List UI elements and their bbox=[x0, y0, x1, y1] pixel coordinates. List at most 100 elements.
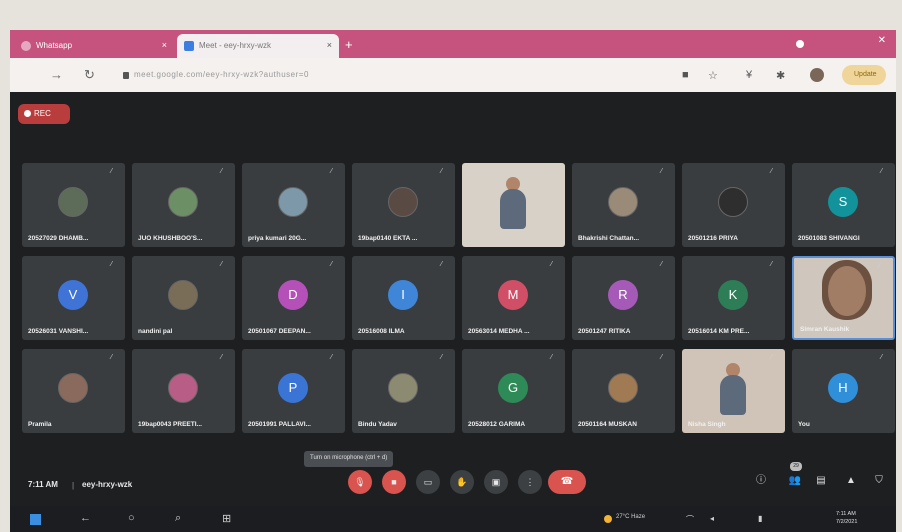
end-call-button[interactable]: ☎ bbox=[548, 470, 586, 494]
more-options-button[interactable]: ⋮ bbox=[518, 470, 542, 494]
participant-tile[interactable]: ⁄ bbox=[462, 163, 565, 247]
camera-off-button[interactable]: ■ bbox=[382, 470, 406, 494]
meeting-details-icon[interactable]: ⓘ bbox=[754, 474, 768, 488]
profile-photo bbox=[168, 280, 198, 310]
activities-icon[interactable]: ▲ bbox=[844, 474, 858, 488]
profile-photo bbox=[278, 187, 308, 217]
mic-off-button[interactable]: 🎙 bbox=[348, 470, 372, 494]
participant-tile[interactable]: ⁄ priya kumari 20G... bbox=[242, 163, 345, 247]
profile-photo bbox=[608, 187, 638, 217]
participant-tile[interactable]: G ⁄ 20528012 GARIMA bbox=[462, 349, 565, 433]
participant-tile[interactable]: M ⁄ 20563014 MEDHA ... bbox=[462, 256, 565, 340]
participant-tile[interactable]: ⁄ Pramila bbox=[22, 349, 125, 433]
weather-text: 27°C Haze bbox=[616, 514, 646, 520]
puzzle-icon[interactable]: ✱ bbox=[776, 69, 785, 82]
extension-icon[interactable]: ¥ bbox=[746, 69, 752, 81]
participant-video-face bbox=[828, 266, 866, 316]
windows-taskbar: ← ○ ⌕ ⊞ 27°C Haze ⌒ ◂ ▮ 7:11 AM 7/2/2021 bbox=[10, 506, 896, 532]
participant-tile[interactable]: R ⁄ 20501247 RITIKA bbox=[572, 256, 675, 340]
participant-name: 20516014 KM PRE... bbox=[688, 328, 750, 335]
participant-tile[interactable]: S ⁄ 20501083 SHIVANGI bbox=[792, 163, 895, 247]
participant-name: 20501247 RITIKA bbox=[578, 328, 631, 335]
participant-count-badge: 29 bbox=[790, 462, 802, 471]
task-view-icon[interactable]: ⊞ bbox=[222, 512, 231, 525]
update-button[interactable]: Update bbox=[842, 65, 886, 85]
search-icon-2[interactable]: ⌕ bbox=[175, 512, 181, 525]
mic-muted-icon: ⁄ bbox=[551, 261, 553, 268]
meeting-clock: 7:11 AM bbox=[28, 480, 58, 489]
participant-tile[interactable]: D ⁄ 20501067 DEEPAN... bbox=[242, 256, 345, 340]
tab-meet[interactable]: Meet - eey-hrxy-wzk × bbox=[177, 34, 339, 58]
mic-muted-icon: ⁄ bbox=[441, 354, 443, 361]
mic-muted-icon: ⁄ bbox=[221, 261, 223, 268]
weather-icon bbox=[604, 515, 612, 523]
participant-name: Simran Kaushik bbox=[800, 326, 850, 333]
chat-icon[interactable]: ▤ bbox=[814, 474, 828, 488]
address-bar-row: → ↻ meet.google.com/eey-hrxy-wzk?authuse… bbox=[10, 58, 896, 92]
network-icon[interactable]: ⌒ bbox=[686, 514, 694, 525]
profile-photo bbox=[718, 187, 748, 217]
participant-tile[interactable]: K ⁄ 20516014 KM PRE... bbox=[682, 256, 785, 340]
mic-muted-icon: ⁄ bbox=[881, 354, 883, 361]
participant-tile[interactable]: ⁄ 20501216 PRIYA bbox=[682, 163, 785, 247]
back-icon[interactable]: ← bbox=[80, 512, 91, 524]
participant-tile[interactable]: ⁄ 20501164 MUSKAN bbox=[572, 349, 675, 433]
avatar: K bbox=[718, 280, 748, 310]
mic-muted-icon: ⁄ bbox=[879, 263, 881, 270]
mic-muted-icon: ⁄ bbox=[661, 168, 663, 175]
windows-start-icon[interactable] bbox=[30, 514, 41, 525]
present-screen-button[interactable]: ▣ bbox=[484, 470, 508, 494]
participant-tile[interactable]: ⁄ 19bap0140 EKTA ... bbox=[352, 163, 455, 247]
participant-tile[interactable]: V ⁄ 20526031 VANSHI... bbox=[22, 256, 125, 340]
tray-time: 7:11 AM bbox=[836, 511, 856, 517]
mic-muted-icon: ⁄ bbox=[221, 168, 223, 175]
close-tab-icon[interactable]: × bbox=[327, 40, 332, 50]
star-icon[interactable]: ☆ bbox=[708, 69, 718, 82]
people-icon[interactable]: 👥 bbox=[788, 474, 802, 488]
participant-name: 20527029 DHAMB... bbox=[28, 235, 89, 242]
participant-tile[interactable]: ⁄ Bhakrishi Chattan... bbox=[572, 163, 675, 247]
url-field[interactable]: meet.google.com/eey-hrxy-wzk?authuser=0 bbox=[134, 70, 309, 79]
mic-muted-icon: ⁄ bbox=[661, 354, 663, 361]
avatar: H bbox=[828, 373, 858, 403]
participant-tile[interactable]: ⁄ nandini pal bbox=[132, 256, 235, 340]
participant-tile[interactable]: ⁄ 20527029 DHAMB... bbox=[22, 163, 125, 247]
host-controls-icon[interactable]: ⛉ bbox=[872, 474, 886, 488]
participant-tile[interactable]: I ⁄ 20516008 ILMA bbox=[352, 256, 455, 340]
participant-video-body bbox=[720, 375, 746, 415]
participant-tile[interactable]: H ⁄ You bbox=[792, 349, 895, 433]
participant-tile[interactable]: P ⁄ 20501991 PALLAVI... bbox=[242, 349, 345, 433]
participant-tile[interactable]: ⁄ Bindu Yadav bbox=[352, 349, 455, 433]
camera-icon[interactable]: ■ bbox=[682, 69, 689, 81]
close-tab-icon[interactable]: × bbox=[162, 40, 167, 50]
profile-avatar[interactable] bbox=[810, 68, 824, 82]
lock-icon bbox=[123, 72, 129, 79]
participant-name: 19bap0043 PREETI... bbox=[138, 421, 202, 428]
mic-muted-icon: ⁄ bbox=[111, 354, 113, 361]
tab-whatsapp[interactable]: Whatsapp × bbox=[14, 34, 174, 58]
participant-tile[interactable]: ⁄ Nisha Singh bbox=[682, 349, 785, 433]
reload-icon[interactable]: ↻ bbox=[84, 67, 95, 83]
profile-photo bbox=[168, 373, 198, 403]
tray-clock[interactable]: 7:11 AM 7/2/2021 bbox=[836, 510, 857, 526]
participant-name: 20501991 PALLAVI... bbox=[248, 421, 311, 428]
captions-button[interactable]: ▭ bbox=[416, 470, 440, 494]
tray-date: 7/2/2021 bbox=[836, 519, 858, 525]
new-tab-button[interactable]: + bbox=[345, 37, 353, 52]
back-arrow-icon[interactable]: → bbox=[50, 67, 63, 82]
participant-tile[interactable]: ⁄ 19bap0043 PREETI... bbox=[132, 349, 235, 433]
participant-name: 20501067 DEEPAN... bbox=[248, 328, 311, 335]
close-window-icon[interactable]: ✕ bbox=[878, 35, 886, 46]
participant-name: 20516008 ILMA bbox=[358, 328, 405, 335]
volume-icon[interactable]: ◂ bbox=[710, 514, 714, 523]
search-icon[interactable]: ○ bbox=[128, 512, 135, 524]
participant-tile[interactable]: ⁄ Simran Kaushik bbox=[792, 256, 895, 340]
profile-photo bbox=[58, 187, 88, 217]
divider: | bbox=[72, 481, 75, 490]
participant-video-body bbox=[500, 189, 526, 229]
participant-tile[interactable]: ⁄ JUO KHUSHBOO'S... bbox=[132, 163, 235, 247]
battery-icon[interactable]: ▮ bbox=[758, 514, 762, 523]
recording-indicator-icon bbox=[796, 40, 804, 48]
participant-name: 20563014 MEDHA ... bbox=[468, 328, 530, 335]
raise-hand-button[interactable]: ✋ bbox=[450, 470, 474, 494]
